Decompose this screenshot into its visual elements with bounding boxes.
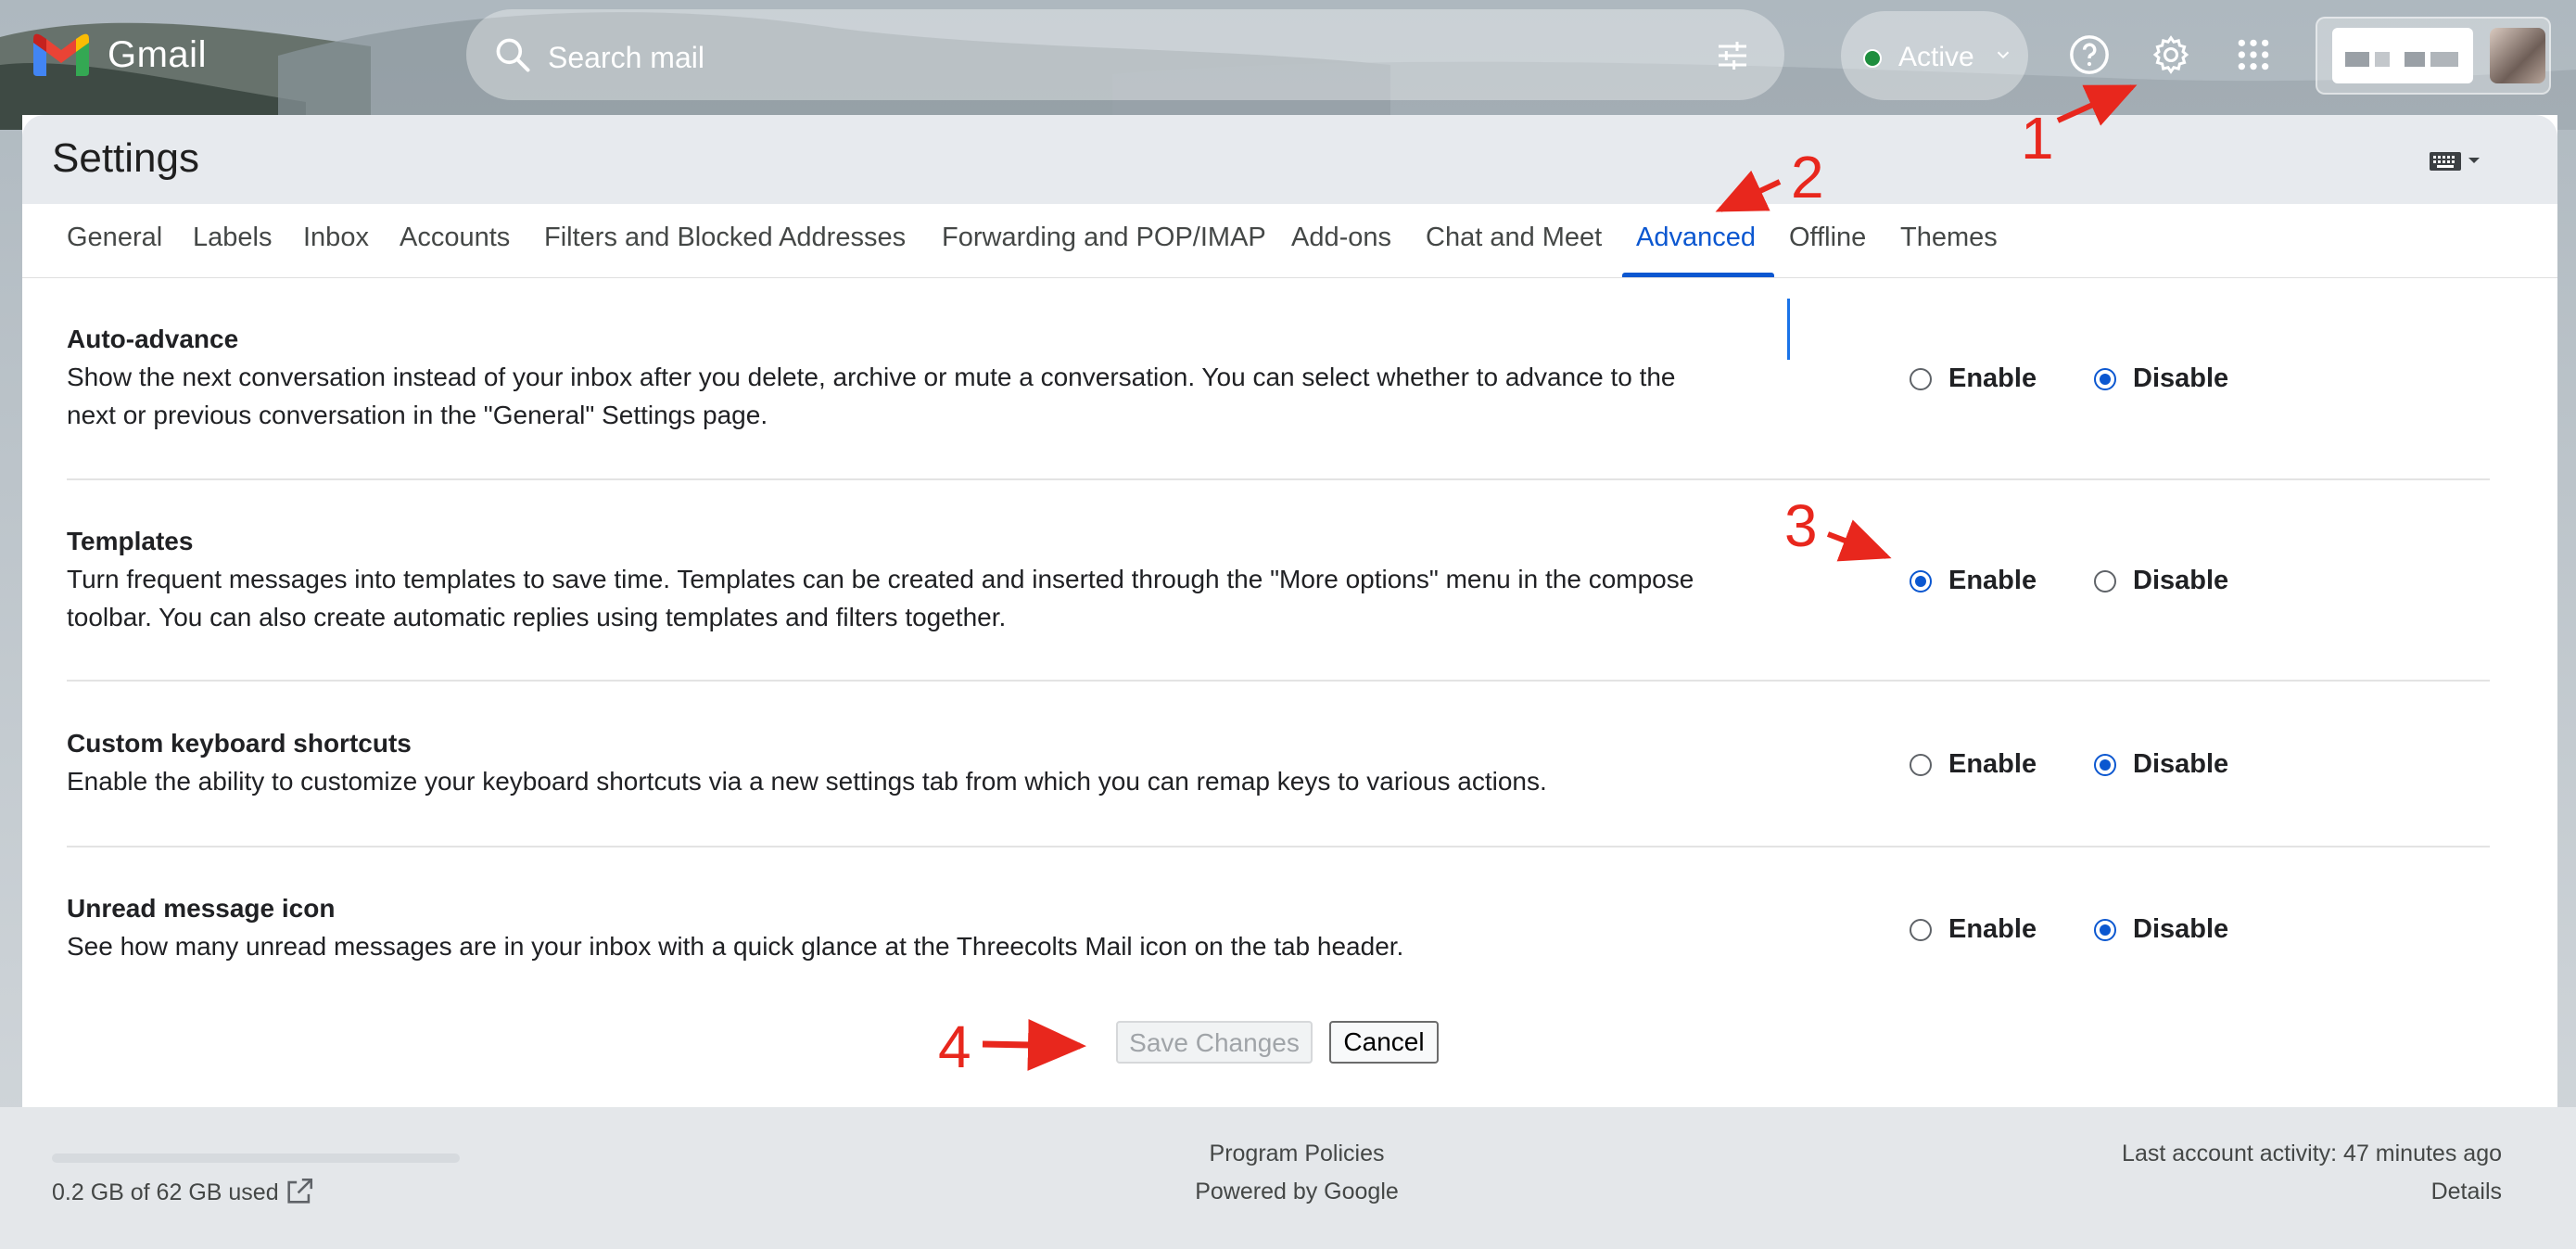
active-tab-indicator (1622, 273, 1774, 277)
save-changes-button[interactable]: Save Changes (1116, 1021, 1313, 1064)
app-name: Gmail (108, 33, 207, 75)
setting-description-line: See how many unread messages are in your… (67, 932, 1404, 961)
shortcuts-disable-option[interactable]: Disable (2094, 749, 2228, 780)
radio-button-checked[interactable] (2094, 753, 2116, 776)
details-link[interactable]: Details (2431, 1179, 2502, 1205)
radio-button-checked[interactable] (2094, 918, 2116, 941)
radio-button[interactable] (1910, 918, 1932, 941)
gmail-logo[interactable]: Gmail (33, 33, 207, 76)
tab-offline[interactable]: Offline (1789, 223, 1866, 253)
setting-description-line: Enable the ability to customize your key… (67, 767, 1547, 796)
tab-themes[interactable]: Themes (1900, 223, 1998, 253)
tab-chat-meet[interactable]: Chat and Meet (1426, 223, 1602, 253)
tab-inbox[interactable]: Inbox (303, 223, 369, 253)
setting-title: Unread message icon (67, 894, 336, 923)
radio-label: Disable (2133, 363, 2229, 393)
radio-label: Enable (1948, 363, 2037, 393)
search-input[interactable]: Search mail (548, 41, 704, 75)
unread-icon-disable-option[interactable]: Disable (2094, 914, 2228, 945)
radio-button[interactable] (2094, 569, 2116, 593)
settings-header: Settings (22, 115, 2557, 204)
gmail-m-icon (33, 33, 89, 76)
templates-disable-option[interactable]: Disable (2094, 566, 2228, 596)
cancel-button[interactable]: Cancel (1329, 1021, 1439, 1064)
radio-button-checked[interactable] (1910, 569, 1932, 593)
redaction-block (2405, 52, 2425, 67)
annotation-step-1: 1 (2021, 105, 2054, 172)
apps-grid-icon[interactable] (2236, 37, 2271, 72)
storage-usage: 0.2 GB of 62 GB used (52, 1179, 279, 1205)
setting-description-line: Show the next conversation instead of yo… (67, 363, 1676, 391)
radio-button[interactable] (1910, 753, 1932, 776)
chevron-down-icon (1997, 51, 2010, 59)
keyboard-icon[interactable] (2428, 147, 2487, 174)
help-icon[interactable] (2068, 33, 2111, 76)
annotation-step-4: 4 (938, 1013, 971, 1080)
powered-by-text: Powered by Google (1195, 1179, 1399, 1204)
divider (67, 478, 2490, 480)
settings-tabs: General Labels Inbox Accounts Filters an… (22, 204, 2557, 278)
last-activity-text: Last account activity: 47 minutes ago (2122, 1141, 2502, 1166)
setting-title: Templates (67, 527, 194, 555)
redaction-block (2430, 52, 2458, 67)
redaction-block (2375, 52, 2390, 67)
unread-icon-enable-option[interactable]: Enable (1910, 914, 2037, 945)
tab-forwarding[interactable]: Forwarding and POP/IMAP (942, 223, 1266, 253)
annotation-step-3: 3 (1784, 492, 1818, 559)
tab-advanced[interactable]: Advanced (1636, 223, 1756, 253)
shortcuts-enable-option[interactable]: Enable (1910, 749, 2037, 780)
radio-label: Disable (2133, 566, 2229, 595)
program-policies-link[interactable]: Program Policies (1098, 1141, 1496, 1167)
divider (67, 846, 2490, 848)
radio-label: Enable (1948, 749, 2037, 779)
divider (67, 680, 2490, 682)
gear-icon[interactable] (2150, 33, 2192, 76)
setting-description-line: toolbar. You can also create automatic r… (67, 603, 1007, 631)
footer: 0.2 GB of 62 GB used Program Policies Po… (22, 1107, 2557, 1249)
storage-bar (52, 1153, 460, 1163)
account-name-redacted (2332, 28, 2473, 83)
radio-button[interactable] (1910, 367, 1932, 390)
account-switcher[interactable] (2316, 17, 2551, 95)
status-chip[interactable]: Active (1841, 11, 2028, 100)
setting-description-line: next or previous conversation in the "Ge… (67, 401, 768, 429)
setting-description-line: Turn frequent messages into templates to… (67, 565, 1694, 593)
redaction-block (2345, 52, 2369, 67)
search-bar[interactable]: Search mail (466, 9, 1784, 100)
tab-general[interactable]: General (67, 223, 162, 253)
search-icon[interactable] (492, 34, 533, 75)
auto-advance-enable-option[interactable]: Enable (1910, 363, 2037, 394)
external-link-icon[interactable] (284, 1176, 315, 1207)
status-dot (1863, 49, 1882, 68)
setting-title: Auto-advance (67, 325, 239, 353)
tab-addons[interactable]: Add-ons (1291, 223, 1391, 253)
filter-sliders-icon[interactable] (1714, 37, 1751, 74)
auto-advance-disable-option[interactable]: Disable (2094, 363, 2228, 394)
radio-label: Disable (2133, 749, 2229, 779)
templates-enable-option[interactable]: Enable (1910, 566, 2037, 596)
top-bar: Gmail Search mail Active (0, 0, 2576, 116)
radio-label: Enable (1948, 914, 2037, 944)
annotation-step-2: 2 (1791, 144, 1824, 210)
radio-label: Enable (1948, 566, 2037, 595)
tab-filters[interactable]: Filters and Blocked Addresses (544, 223, 906, 253)
tab-labels[interactable]: Labels (193, 223, 272, 253)
text-cursor (1787, 299, 1790, 360)
avatar[interactable] (2490, 28, 2545, 83)
radio-label: Disable (2133, 914, 2229, 944)
setting-title: Custom keyboard shortcuts (67, 729, 412, 758)
page-title: Settings (52, 135, 199, 181)
tab-accounts[interactable]: Accounts (400, 223, 510, 253)
radio-button-checked[interactable] (2094, 367, 2116, 390)
status-label: Active (1898, 42, 1974, 72)
